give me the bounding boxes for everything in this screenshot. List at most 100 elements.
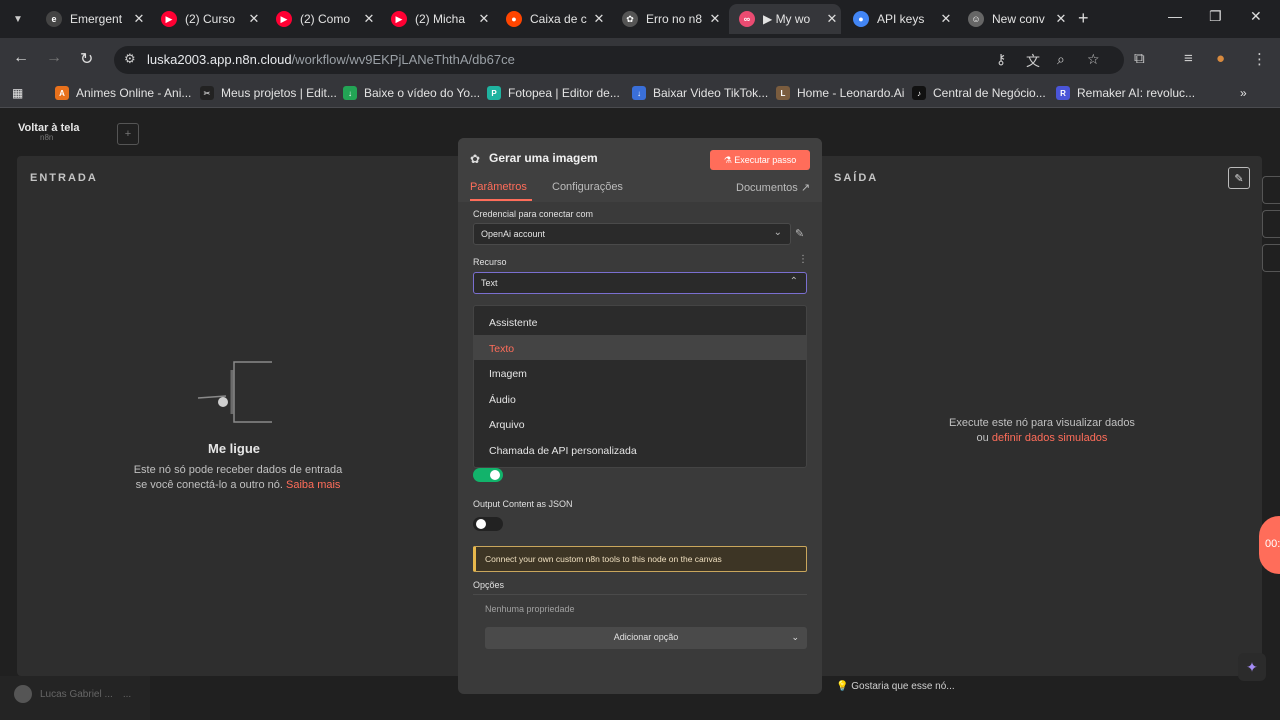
bookmark-item[interactable]: ↓ Baixe o vídeo do Yo... bbox=[343, 86, 480, 100]
execute-step-button[interactable]: ⚗ Executar passo bbox=[710, 150, 810, 170]
external-link-icon: ↗ bbox=[800, 182, 811, 194]
site-info-icon[interactable]: ⚙ bbox=[124, 51, 136, 67]
resource-select[interactable]: Text ⌃ bbox=[473, 272, 807, 294]
browser-tab[interactable]: e Emergent ✕ bbox=[36, 4, 148, 34]
bookmark-label: Animes Online - Ani... bbox=[76, 86, 192, 100]
resource-label: Recurso bbox=[473, 257, 507, 267]
close-tab-icon[interactable]: ✕ bbox=[706, 11, 724, 27]
tab-settings[interactable]: Configurações bbox=[552, 181, 623, 193]
bookmark-item[interactable]: ↓ Baixar Video TikTok... bbox=[632, 86, 768, 100]
edit-output-icon[interactable]: ✎ bbox=[1228, 167, 1250, 189]
chat-icon: ☺ bbox=[968, 11, 984, 27]
more-menu-icon[interactable]: ⋮ bbox=[1252, 50, 1267, 68]
close-tab-icon[interactable]: ✕ bbox=[130, 11, 148, 27]
feedback-link[interactable]: 💡 Gostaria que esse nó... bbox=[836, 681, 955, 692]
tab-title: Erro no n8 bbox=[646, 12, 703, 26]
output-json-label: Output Content as JSON bbox=[473, 499, 573, 509]
minimize-icon[interactable]: — bbox=[1168, 8, 1182, 24]
simplify-toggle[interactable] bbox=[473, 468, 503, 482]
edit-credential-icon[interactable]: ✎ bbox=[795, 227, 804, 240]
output-text-line1: Execute este nó para visualizar dados bbox=[949, 417, 1135, 429]
toggle-knob bbox=[490, 470, 500, 480]
learn-more-link[interactable]: Saiba mais bbox=[286, 479, 340, 491]
set-mock-data-link[interactable]: definir dados simulados bbox=[992, 432, 1108, 444]
side-panel-tabs[interactable] bbox=[1262, 176, 1280, 286]
timer-badge[interactable]: 00: bbox=[1259, 516, 1280, 574]
close-tab-icon[interactable]: ✕ bbox=[475, 11, 493, 27]
browser-tab[interactable]: ● Caixa de c ✕ bbox=[496, 4, 608, 34]
close-window-icon[interactable]: ✕ bbox=[1250, 8, 1262, 25]
parameter-options-icon[interactable]: ⋮ bbox=[798, 254, 808, 265]
reload-icon[interactable]: ↻ bbox=[80, 49, 93, 69]
bookmark-favicon-icon: P bbox=[487, 86, 501, 100]
translate-icon[interactable]: 文 bbox=[1026, 51, 1040, 71]
tab-search-icon[interactable]: ▼ bbox=[6, 7, 30, 31]
extensions-icon[interactable]: ⧉ bbox=[1134, 50, 1145, 67]
browser-tab[interactable]: ● API keys ✕ bbox=[843, 4, 955, 34]
more-bookmarks-icon[interactable]: » bbox=[1240, 86, 1247, 100]
feedback-text: Gostaria que esse nó... bbox=[851, 681, 955, 692]
output-json-toggle[interactable] bbox=[473, 517, 503, 531]
bookmark-star-icon[interactable]: ☆ bbox=[1087, 51, 1100, 68]
ai-assistant-icon[interactable]: ✦ bbox=[1238, 653, 1266, 681]
chevron-down-icon: ⌄ bbox=[791, 632, 799, 642]
dropdown-option[interactable]: Imagem bbox=[474, 360, 806, 385]
dropdown-option[interactable]: Assistente bbox=[474, 309, 806, 334]
url-text[interactable]: luska2003.app.n8n.cloud/workflow/wv9EKPj… bbox=[147, 52, 515, 67]
node-title[interactable]: Gerar uma imagem bbox=[489, 151, 598, 165]
bookmark-item[interactable]: ✂ Meus projetos | Edit... bbox=[200, 86, 337, 100]
docs-link[interactable]: Documentos ↗ bbox=[736, 181, 810, 194]
dropdown-option[interactable]: Chamada de API personalizada bbox=[474, 437, 806, 462]
close-tab-icon[interactable]: ✕ bbox=[1052, 11, 1070, 27]
chevron-down-icon: ⌄ bbox=[773, 227, 782, 238]
url-host: luska2003.app.n8n.cloud bbox=[147, 52, 292, 67]
dropdown-option[interactable]: Áudio bbox=[474, 386, 806, 411]
add-node-button[interactable]: + bbox=[117, 123, 139, 145]
browser-tab[interactable]: ▶ (2) Curso ✕ bbox=[151, 4, 263, 34]
browser-tab[interactable]: ✿ Erro no n8 ✕ bbox=[612, 4, 724, 34]
bookmark-item[interactable]: L Home - Leonardo.Ai bbox=[776, 86, 904, 100]
profile-avatar[interactable]: ● bbox=[1216, 50, 1225, 67]
close-tab-icon[interactable]: ✕ bbox=[245, 11, 263, 27]
bookmark-item[interactable]: A Animes Online - Ani... bbox=[55, 86, 191, 100]
tab-title: (2) Curso bbox=[185, 12, 236, 26]
user-menu[interactable]: Lucas Gabriel ...... bbox=[14, 685, 131, 703]
browser-tab[interactable]: ▶ (2) Como ✕ bbox=[266, 4, 378, 34]
browser-tab[interactable]: ☺ New conv ✕ bbox=[958, 4, 1070, 34]
new-tab-button[interactable]: + bbox=[1078, 8, 1089, 29]
bookmark-label: Baixar Video TikTok... bbox=[653, 86, 769, 100]
bookmark-favicon-icon: ✂ bbox=[200, 86, 214, 100]
dropdown-option[interactable]: Texto bbox=[474, 335, 806, 360]
zoom-icon[interactable]: ⌕ bbox=[1057, 51, 1065, 68]
media-icon[interactable]: ≡ bbox=[1184, 50, 1193, 67]
user-more-icon[interactable]: ... bbox=[123, 689, 131, 700]
add-option-button[interactable]: Adicionar opção ⌄ bbox=[485, 627, 807, 649]
url-path: /workflow/wv9EKPjLANeThthA/db67ce bbox=[291, 52, 515, 67]
browser-tab[interactable]: ▶ (2) Micha ✕ bbox=[381, 4, 493, 34]
maximize-icon[interactable]: ❐ bbox=[1209, 8, 1222, 25]
bookmark-label: Meus projetos | Edit... bbox=[221, 86, 337, 100]
tab-title: Caixa de c bbox=[530, 12, 587, 26]
tab-title: Emergent bbox=[70, 12, 123, 26]
bookmark-item[interactable]: ♪ Central de Negócio... bbox=[912, 86, 1046, 100]
credential-label: Credencial para conectar com bbox=[473, 209, 594, 219]
close-tab-icon[interactable]: ✕ bbox=[937, 11, 955, 27]
back-arrow-icon[interactable]: ← bbox=[13, 49, 29, 67]
add-option-label: Adicionar opção bbox=[613, 632, 679, 642]
close-tab-icon[interactable]: ✕ bbox=[360, 11, 378, 27]
bookmark-item[interactable]: P Fotopea | Editor de... bbox=[487, 86, 620, 100]
plug-icon bbox=[197, 361, 272, 423]
credential-select[interactable]: OpenAi account ⌄ bbox=[473, 223, 791, 245]
tab-parameters[interactable]: Parâmetros bbox=[470, 181, 527, 193]
browser-tab[interactable]: ∞ ▶ My wo ✕ bbox=[729, 4, 841, 34]
close-tab-icon[interactable]: ✕ bbox=[590, 11, 608, 27]
apps-grid-icon[interactable]: ▦ bbox=[12, 86, 23, 100]
bookmark-favicon-icon: ↓ bbox=[343, 86, 357, 100]
forward-arrow-icon[interactable]: → bbox=[46, 49, 62, 67]
close-tab-icon[interactable]: ✕ bbox=[823, 11, 841, 27]
tab-title: New conv bbox=[992, 12, 1045, 26]
key-icon[interactable]: ⚷ bbox=[996, 51, 1006, 68]
resource-value: Text bbox=[481, 278, 498, 288]
dropdown-option[interactable]: Arquivo bbox=[474, 411, 806, 436]
bookmark-item[interactable]: R Remaker AI: revoluc... bbox=[1056, 86, 1195, 100]
